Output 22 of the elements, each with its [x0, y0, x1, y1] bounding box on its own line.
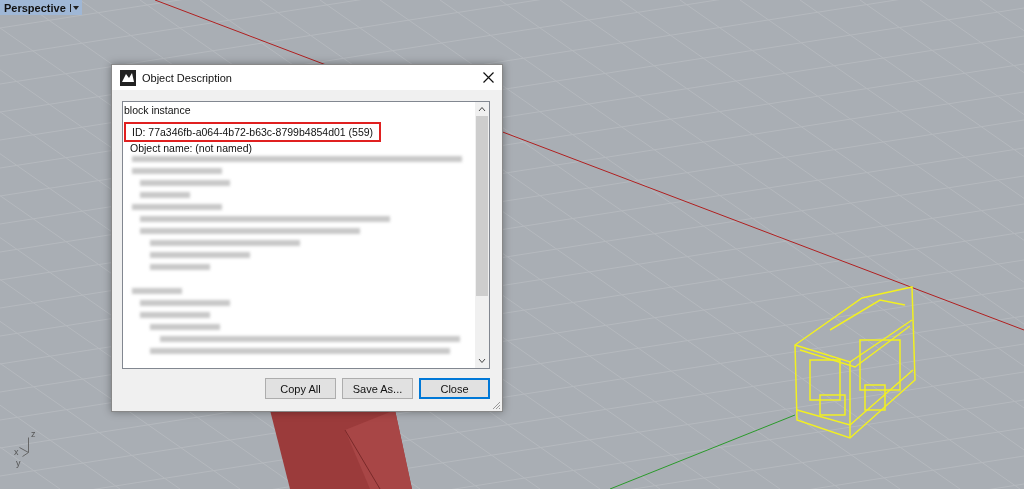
description-line: block instance	[124, 104, 191, 116]
description-text-area[interactable]: block instance ID: 77a346fb-a064-4b72-b63c-8799b4854d01 (559) Object name: (not named)	[122, 101, 490, 369]
axis-label: x	[14, 448, 19, 457]
dialog-title: Object Description	[142, 71, 233, 84]
description-line: ID: 77a346fb-a064-4b72-b63c-8799b4854d01 (559)	[126, 124, 380, 140]
scrollbar[interactable]	[475, 102, 489, 368]
dialog-button[interactable]: Save As...	[342, 378, 413, 399]
axis-label: y	[16, 459, 21, 468]
dialog-button[interactable]: Close	[419, 378, 490, 399]
viewport-title-tab[interactable]: Perspective	[0, 0, 82, 15]
axis-label: z	[31, 430, 36, 439]
resize-grip-icon[interactable]	[492, 401, 501, 410]
dialog-button[interactable]: Copy All	[265, 378, 336, 399]
app-logo-icon	[120, 69, 136, 86]
scroll-down-icon[interactable]	[478, 358, 486, 364]
close-icon[interactable]	[483, 72, 494, 83]
scrollbar-thumb[interactable]	[476, 116, 488, 296]
axis-gizmo-icon	[19, 437, 29, 457]
scroll-up-icon[interactable]	[478, 106, 486, 112]
viewport-title[interactable]: Perspective	[4, 1, 66, 14]
description-line: Object name: (not named)	[129, 142, 252, 154]
caret-icon[interactable]	[69, 3, 79, 12]
